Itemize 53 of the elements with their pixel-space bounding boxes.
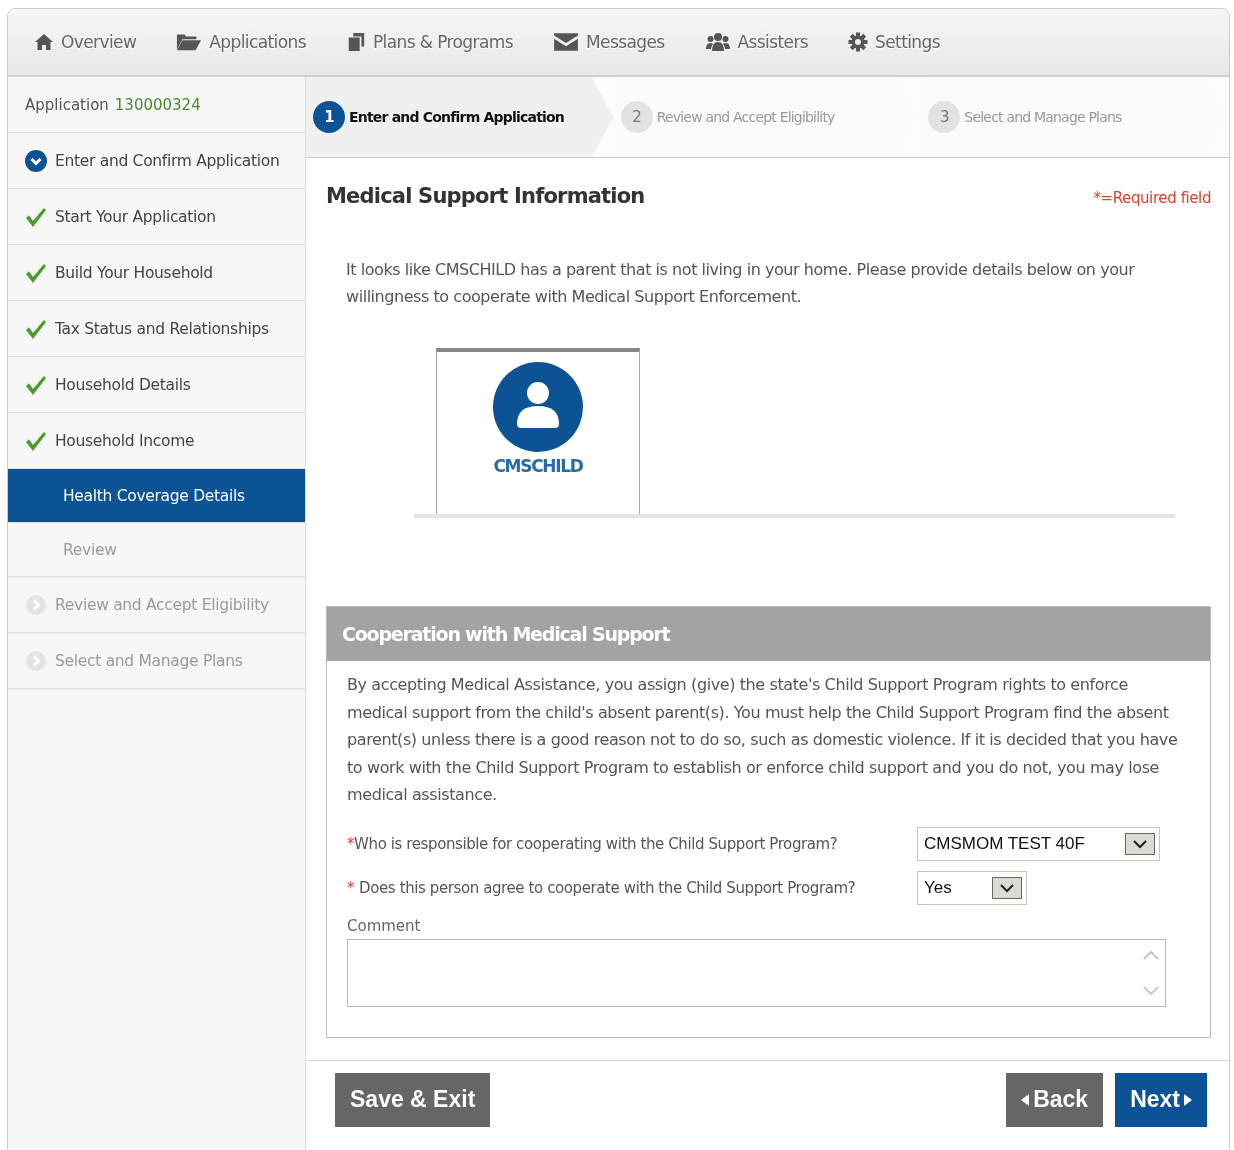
comment-label: Comment — [347, 916, 422, 935]
step-number: 2 — [620, 101, 653, 133]
nav-link[interactable]: Assisters — [704, 32, 809, 52]
nav-link[interactable]: Messages — [553, 32, 665, 52]
checkmark-icon — [25, 373, 47, 396]
question-label: Does this person agree to cooperate with the Child Support Program? — [359, 878, 856, 897]
caret-right-icon — [1184, 1093, 1192, 1106]
sidebar-item[interactable]: Household Details — [8, 357, 305, 413]
chevron-circle-icon — [25, 149, 47, 172]
folder-icon — [176, 32, 203, 52]
nav-link[interactable]: Settings — [848, 32, 940, 52]
required-asterisk: * — [347, 878, 355, 897]
required-asterisk: * — [347, 834, 355, 853]
step-number: 3 — [928, 101, 961, 133]
nav-link[interactable]: Overview — [34, 32, 137, 52]
page-title: Medical Support Information — [326, 184, 645, 208]
checkmark-icon — [25, 205, 47, 228]
avatar-icon — [493, 362, 583, 452]
home-icon — [34, 32, 54, 52]
checkmark-icon — [25, 317, 47, 340]
panel-header: Cooperation with Medical Support — [327, 607, 1210, 661]
sidebar-item[interactable]: Start Your Application — [8, 189, 305, 245]
nav-link[interactable]: Plans & Programs — [345, 32, 513, 52]
step-number: 1 — [313, 101, 345, 133]
comment-field[interactable] — [347, 938, 1166, 1007]
checkmark-icon — [25, 429, 47, 452]
nav-link[interactable]: Applications — [176, 32, 306, 52]
next-button[interactable]: Next — [1115, 1072, 1207, 1127]
application-label: Application — [25, 95, 109, 114]
sidebar-item[interactable]: Health Coverage Details — [8, 469, 305, 523]
checkmark-icon — [25, 261, 47, 284]
people-icon — [704, 32, 731, 52]
caret-left-icon — [1021, 1093, 1030, 1106]
step-label: Select and Manage Plans — [964, 109, 1122, 125]
step-label: Review and Accept Eligibility — [656, 109, 835, 125]
sidebar-item[interactable]: Tax Status and Relationships — [8, 301, 305, 357]
sidebar-item[interactable]: Enter and Confirm Application — [8, 133, 305, 189]
gear-icon — [848, 32, 869, 52]
person-tab[interactable]: CMSCHILD — [436, 348, 640, 514]
envelope-icon — [553, 32, 579, 52]
chevron-circle-icon — [25, 593, 47, 616]
chevron-circle-icon — [25, 649, 47, 672]
dropdown[interactable]: CMSMOM TEST 40F — [917, 826, 1160, 861]
back-button[interactable]: Back — [1006, 1072, 1104, 1127]
question-label: Who is responsible for cooperating with the Child Support Program? — [354, 834, 838, 853]
save-exit-button[interactable]: Save & Exit — [335, 1072, 491, 1127]
required-field-note: *=Required field — [1093, 189, 1211, 207]
dropdown[interactable]: Yes — [917, 870, 1027, 905]
sidebar-item[interactable]: Build Your Household — [8, 245, 305, 301]
cooperation-text: By accepting Medical Assistance, you assign (give) the state's Child Support Program rights to enforce medical support from the child's absent parent(s). You must help the Child Support Program find the absent parent(s) unless there is a good reason not to do so, such as domestic violence. If it is decided that you have to work with the Child Support Program to establish or enforce child support and you do not, you may lose medical assistance. — [347, 674, 1179, 806]
application-number: 130000324 — [114, 95, 201, 114]
intro-text: It looks like CMSCHILD has a parent that is not living in your home. Please provide details below on your willingness to cooperate with Medical Support Enforcement. — [346, 259, 1136, 308]
step-label: Enter and Confirm Application — [349, 109, 565, 125]
